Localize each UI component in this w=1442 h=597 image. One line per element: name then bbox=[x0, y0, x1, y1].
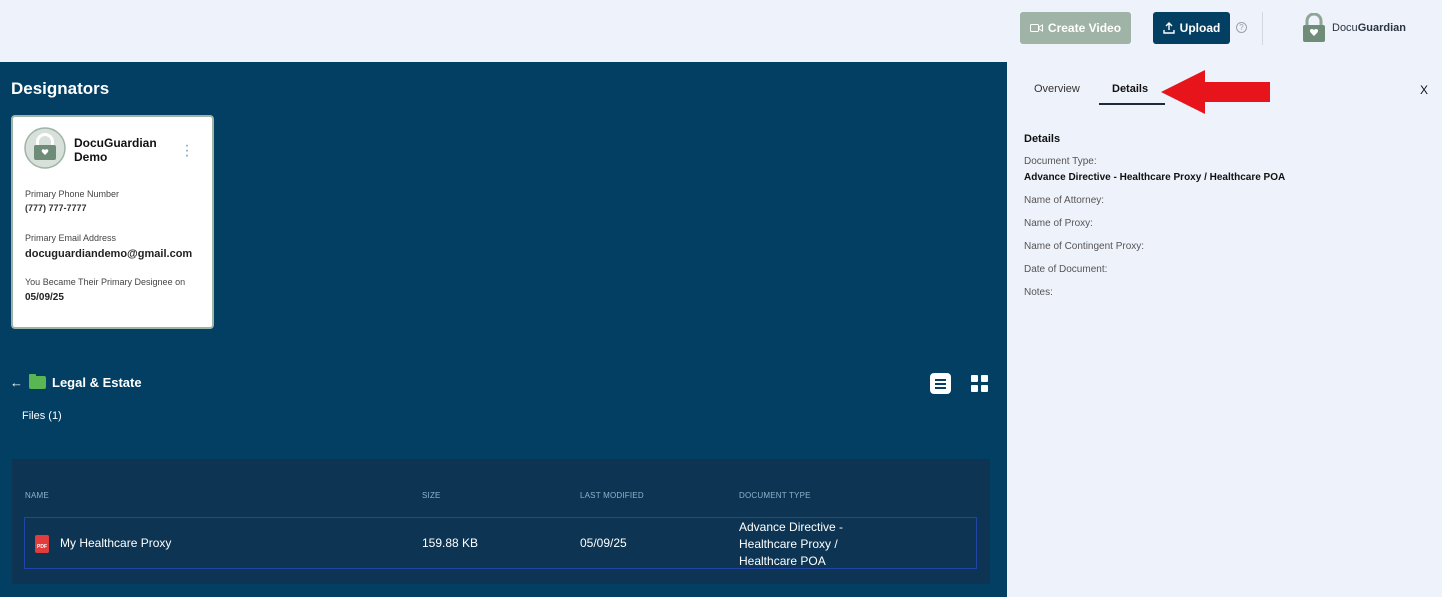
avatar bbox=[24, 127, 66, 169]
create-video-button[interactable]: Create Video bbox=[1020, 12, 1131, 44]
list-view-icon[interactable] bbox=[930, 373, 951, 394]
designee-since-label: You Became Their Primary Designee on bbox=[25, 277, 186, 287]
upload-label: Upload bbox=[1179, 21, 1221, 35]
grid-view-icon[interactable] bbox=[971, 375, 988, 392]
column-header-document-type[interactable]: DOCUMENT TYPE bbox=[739, 491, 811, 500]
file-document-type: Advance Directive - Healthcare Proxy / H… bbox=[739, 520, 844, 568]
document-date-label: Date of Document: bbox=[1024, 264, 1108, 275]
attorney-label: Name of Attorney: bbox=[1024, 195, 1105, 206]
phone-label: Primary Phone Number bbox=[25, 189, 120, 199]
tab-overview[interactable]: Overview bbox=[1034, 83, 1080, 95]
top-bar: Create Video Upload ? DocuGuardian bbox=[0, 0, 1442, 62]
files-count: Files (1) bbox=[22, 410, 62, 422]
notes-label: Notes: bbox=[1024, 287, 1053, 298]
top-divider bbox=[1262, 12, 1263, 45]
lock-shield-logo-icon bbox=[1303, 13, 1325, 42]
file-name[interactable]: My Healthcare Proxy bbox=[60, 536, 171, 550]
upload-icon bbox=[1162, 22, 1175, 34]
document-type-value: Advance Directive - Healthcare Proxy / H… bbox=[1024, 172, 1286, 183]
email-value: docuguardiandemo@gmail.com bbox=[25, 248, 193, 260]
designator-card[interactable]: DocuGuardian Demo · · · Primary Phone Numb… bbox=[11, 115, 214, 329]
email-label: Primary Email Address bbox=[25, 233, 117, 243]
contingent-proxy-label: Name of Contingent Proxy: bbox=[1024, 241, 1145, 252]
folder-breadcrumb: ← Legal & Estate bbox=[10, 374, 142, 390]
document-type-label: Document Type: bbox=[1024, 156, 1097, 167]
more-options-icon[interactable]: · · · bbox=[183, 138, 191, 164]
help-icon[interactable]: ? bbox=[1236, 22, 1247, 33]
column-header-size[interactable]: SIZE bbox=[422, 491, 441, 500]
folder-name: Legal & Estate bbox=[52, 375, 142, 390]
video-camera-icon bbox=[1029, 24, 1043, 32]
back-arrow-icon[interactable]: ← bbox=[10, 375, 23, 390]
pdf-file-icon: PDF bbox=[35, 535, 49, 553]
active-tab-indicator bbox=[1099, 103, 1165, 105]
designee-since-value: 05/09/25 bbox=[25, 292, 64, 303]
phone-value: (777) 777-7777 bbox=[25, 203, 87, 213]
red-arrow-annotation bbox=[1161, 70, 1270, 114]
page-title: Designators bbox=[11, 79, 110, 98]
column-header-last-modified[interactable]: LAST MODIFIED bbox=[580, 491, 644, 500]
table-row[interactable]: PDF My Healthcare Proxy 159.88 KB 05/09/… bbox=[24, 517, 977, 569]
create-video-label: Create Video bbox=[1047, 21, 1122, 35]
column-header-name[interactable]: NAME bbox=[25, 491, 49, 500]
details-section-title: Details bbox=[1024, 133, 1061, 145]
main-content: Designators DocuGuardian Demo · · · Primar… bbox=[0, 62, 1007, 597]
files-table: NAME SIZE LAST MODIFIED DOCUMENT TYPE PD… bbox=[12, 459, 990, 584]
docuguardian-logo[interactable]: DocuGuardian bbox=[1300, 13, 1406, 43]
file-size: 159.88 KB bbox=[422, 536, 479, 550]
close-button[interactable]: X bbox=[1420, 83, 1428, 97]
file-modified: 05/09/25 bbox=[580, 536, 627, 550]
designator-name: DocuGuardian Demo bbox=[74, 136, 157, 164]
folder-icon bbox=[29, 374, 46, 389]
tab-details[interactable]: Details bbox=[1112, 83, 1148, 95]
proxy-label: Name of Proxy: bbox=[1024, 218, 1093, 229]
upload-button[interactable]: Upload bbox=[1153, 12, 1230, 44]
logo-text: DocuGuardian bbox=[1332, 22, 1406, 34]
details-panel: Overview Details X Details Document Type… bbox=[1007, 62, 1442, 597]
